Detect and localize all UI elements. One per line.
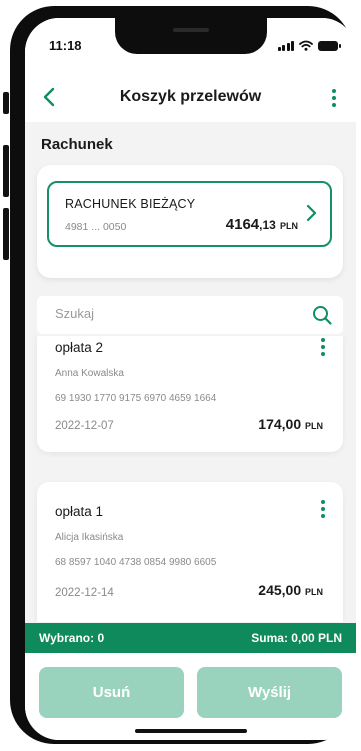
home-indicator [135,729,247,733]
transfer-recipient: Alicja Ikasińska [55,532,124,543]
notch-speaker [173,28,209,32]
chevron-right-icon [306,204,317,222]
account-balance-int: 4164 [225,216,260,233]
send-button[interactable]: Wyślij [197,667,342,718]
transfer-menu-button[interactable] [317,338,329,358]
status-time: 11:18 [49,38,82,53]
notch [115,18,267,54]
selected-count: Wybrano: 0 [39,631,105,645]
transfer-currency: PLN [305,587,323,597]
account-name: RACHUNEK BIEŻĄCY [65,197,196,211]
account-balance: 4164,13 PLN [226,216,298,233]
delete-button[interactable]: Usuń [39,667,184,718]
transfer-title: opłata 1 [55,504,104,519]
more-vertical-icon [321,338,325,342]
transfer-card[interactable]: opłata 1 Alicja Ikasińska 68 8597 1040 4… [37,482,343,622]
more-vertical-icon [332,89,336,93]
action-bar: Usuń Wyślij [25,653,356,740]
phone-frame: 11:18 Koszyk przelewów Rachunek RACHUNEK… [10,6,356,744]
transfer-list: opłata 2 Anna Kowalska 69 1930 1770 9175… [25,336,356,622]
transfer-amount-value: 174,00 [258,416,302,432]
app-header: Koszyk przelewów [25,74,356,122]
status-bar: 11:18 [25,18,356,74]
search-bar [37,296,343,334]
signal-icon [277,41,294,51]
transfer-date: 2022-12-14 [55,587,114,599]
search-input[interactable] [55,306,295,321]
section-label-account: Rachunek [41,136,113,153]
transfer-account-number: 69 1930 1770 9175 6970 4659 1664 [55,393,217,404]
selection-summary-bar: Wybrano: 0 Suma: 0,00 PLN [25,623,356,653]
wifi-icon [299,40,313,51]
search-icon[interactable] [311,304,333,326]
account-panel: RACHUNEK BIEŻĄCY 4981 ... 0050 4164,13 P… [37,165,343,278]
transfer-card[interactable]: opłata 2 Anna Kowalska 69 1930 1770 9175… [37,336,343,452]
battery-icon [318,41,341,51]
transfer-currency: PLN [305,421,323,431]
account-number: 4981 ... 0050 [65,221,127,233]
transfer-recipient: Anna Kowalska [55,368,124,379]
phone-side-button [3,208,9,260]
account-selector[interactable]: RACHUNEK BIEŻĄCY 4981 ... 0050 4164,13 P… [47,181,332,247]
account-balance-decimal: ,13 [259,218,276,232]
more-vertical-icon [321,500,325,504]
transfer-account-number: 68 8597 1040 4738 0854 9980 6605 [55,557,217,568]
phone-side-button [3,92,9,114]
transfer-menu-button[interactable] [317,500,329,520]
page-title: Koszyk przelewów [119,88,262,105]
selected-total: Suma: 0,00 PLN [251,631,342,645]
more-options-button[interactable] [322,84,346,112]
transfer-amount: 174,00 PLN [258,416,323,432]
transfer-amount: 245,00 PLN [258,582,323,598]
account-currency: PLN [280,221,298,231]
transfer-date: 2022-12-07 [55,420,114,432]
transfer-amount-value: 245,00 [258,582,302,598]
status-icons [277,40,341,51]
phone-side-button [3,145,9,197]
app-screen: 11:18 Koszyk przelewów Rachunek RACHUNEK… [25,18,356,740]
transfer-title: opłata 2 [55,340,104,355]
